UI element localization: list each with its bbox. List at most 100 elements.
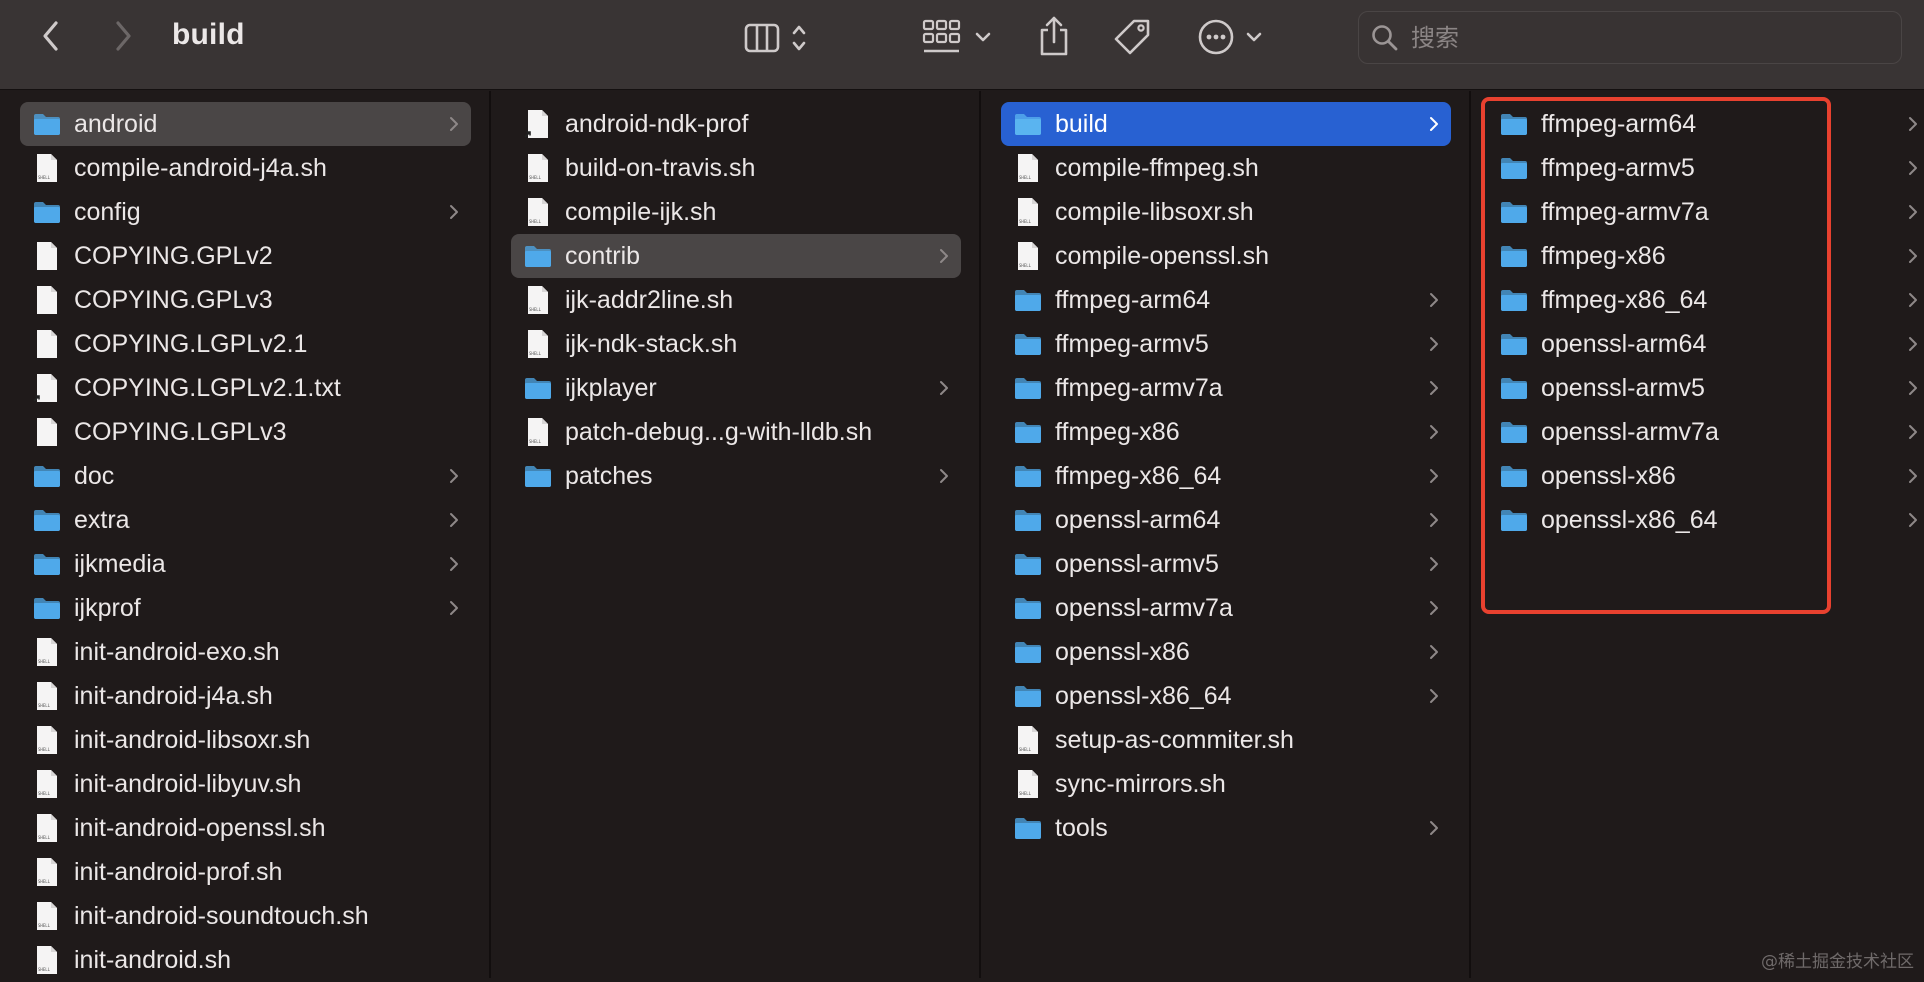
tag-button[interactable] <box>1110 16 1154 58</box>
folder-icon <box>32 109 62 139</box>
file-item[interactable]: SHELL init-android.sh <box>20 938 471 982</box>
folder-item[interactable]: extra <box>20 498 471 542</box>
browser-column-4[interactable]: ffmpeg-arm64 ffmpeg-armv5 ffmpeg-armv7a ffm… <box>1471 91 1924 978</box>
file-item[interactable]: SHELL sync-mirrors.sh <box>1001 762 1451 806</box>
folder-item[interactable]: ffmpeg-armv5 <box>1487 146 1917 190</box>
browser-column-3[interactable]: build SHELL compile-ffmpeg.sh SHELL compile-… <box>981 91 1471 978</box>
folder-item[interactable]: openssl-x86 <box>1001 630 1451 674</box>
folder-item[interactable]: ffmpeg-armv5 <box>1001 322 1451 366</box>
document-icon <box>32 417 62 447</box>
svg-text:SHELL: SHELL <box>38 835 51 840</box>
file-item[interactable]: COPYING.GPLv3 <box>20 278 471 322</box>
folder-item[interactable]: openssl-x86 <box>1487 454 1917 498</box>
shell-script-icon: SHELL <box>1013 197 1043 227</box>
file-item[interactable]: SHELL init-android-libyuv.sh <box>20 762 471 806</box>
folder-item[interactable]: android <box>20 102 471 146</box>
file-item[interactable]: SHELL init-android-soundtouch.sh <box>20 894 471 938</box>
file-item[interactable]: COPYING.GPLv2 <box>20 234 471 278</box>
browser-column-2[interactable]: android-ndk-prof SHELL build-on-travis.sh S… <box>491 91 981 978</box>
view-columns-button[interactable] <box>742 18 818 58</box>
svg-text:SHELL: SHELL <box>38 175 51 180</box>
file-item[interactable]: SHELL init-android-j4a.sh <box>20 674 471 718</box>
file-item[interactable]: SHELL compile-android-j4a.sh <box>20 146 471 190</box>
file-item[interactable]: SHELL compile-ffmpeg.sh <box>1001 146 1451 190</box>
file-item[interactable]: SHELL patch-debug...g-with-lldb.sh <box>511 410 961 454</box>
browser-column-1[interactable]: android SHELL compile-android-j4a.sh config… <box>0 91 491 978</box>
chevron-right-icon <box>449 204 459 220</box>
shell-script-icon: SHELL <box>32 637 62 667</box>
chevron-right-icon <box>449 512 459 528</box>
folder-item[interactable]: ffmpeg-x86_64 <box>1001 454 1451 498</box>
search-field[interactable] <box>1358 11 1902 64</box>
folder-item[interactable]: ijkmedia <box>20 542 471 586</box>
folder-item[interactable]: openssl-armv7a <box>1001 586 1451 630</box>
item-label: compile-openssl.sh <box>1055 242 1269 270</box>
folder-item[interactable]: openssl-arm64 <box>1001 498 1451 542</box>
chevron-right-icon <box>1429 556 1439 572</box>
file-item[interactable]: SHELL ijk-addr2line.sh <box>511 278 961 322</box>
folder-item[interactable]: ffmpeg-x86 <box>1001 410 1451 454</box>
folder-item[interactable]: tools <box>1001 806 1451 850</box>
folder-item[interactable]: ijkplayer <box>511 366 961 410</box>
share-button[interactable] <box>1034 14 1074 58</box>
file-item[interactable]: SHELL compile-openssl.sh <box>1001 234 1451 278</box>
folder-item[interactable]: openssl-armv5 <box>1001 542 1451 586</box>
file-item[interactable]: SHELL init-android-prof.sh <box>20 850 471 894</box>
search-input[interactable] <box>1409 18 1883 58</box>
item-label: ffmpeg-x86 <box>1055 418 1180 446</box>
folder-icon <box>1499 461 1529 491</box>
item-label: build-on-travis.sh <box>565 154 756 182</box>
shell-script-icon: SHELL <box>32 153 62 183</box>
item-label: init-android-soundtouch.sh <box>74 902 369 930</box>
alias-file-icon <box>32 373 62 403</box>
file-item[interactable]: SHELL compile-ijk.sh <box>511 190 961 234</box>
file-item[interactable]: COPYING.LGPLv3 <box>20 410 471 454</box>
folder-item[interactable]: ffmpeg-armv7a <box>1487 190 1917 234</box>
item-label: compile-libsoxr.sh <box>1055 198 1254 226</box>
svg-text:SHELL: SHELL <box>1019 175 1032 180</box>
item-label: ffmpeg-x86_64 <box>1055 462 1222 490</box>
folder-icon <box>1499 197 1529 227</box>
file-item[interactable]: SHELL init-android-exo.sh <box>20 630 471 674</box>
item-label: ffmpeg-armv5 <box>1055 330 1209 358</box>
file-item[interactable]: SHELL build-on-travis.sh <box>511 146 961 190</box>
forward-button[interactable] <box>108 16 138 56</box>
folder-item[interactable]: ijkprof <box>20 586 471 630</box>
folder-item[interactable]: ffmpeg-arm64 <box>1001 278 1451 322</box>
shell-script-icon: SHELL <box>1013 725 1043 755</box>
file-item[interactable]: SHELL init-android-openssl.sh <box>20 806 471 850</box>
group-button[interactable] <box>922 18 994 58</box>
item-label: COPYING.LGPLv3 <box>74 418 287 446</box>
folder-item[interactable]: openssl-x86_64 <box>1001 674 1451 718</box>
folder-icon <box>1013 373 1043 403</box>
folder-item[interactable]: openssl-armv5 <box>1487 366 1917 410</box>
shell-script-icon: SHELL <box>523 417 553 447</box>
folder-item[interactable]: openssl-armv7a <box>1487 410 1917 454</box>
folder-item[interactable]: contrib <box>511 234 961 278</box>
file-item[interactable]: COPYING.LGPLv2.1.txt <box>20 366 471 410</box>
back-button[interactable] <box>36 16 66 56</box>
chevron-left-icon <box>43 21 58 51</box>
folder-item[interactable]: ffmpeg-armv7a <box>1001 366 1451 410</box>
folder-item[interactable]: doc <box>20 454 471 498</box>
file-item[interactable]: SHELL compile-libsoxr.sh <box>1001 190 1451 234</box>
folder-item[interactable]: ffmpeg-x86_64 <box>1487 278 1917 322</box>
file-item[interactable]: SHELL setup-as-commiter.sh <box>1001 718 1451 762</box>
folder-item[interactable]: config <box>20 190 471 234</box>
more-actions-button[interactable] <box>1196 16 1270 58</box>
folder-item[interactable]: build <box>1001 102 1451 146</box>
folder-item[interactable]: patches <box>511 454 961 498</box>
folder-item[interactable]: ffmpeg-arm64 <box>1487 102 1917 146</box>
folder-item[interactable]: ffmpeg-x86 <box>1487 234 1917 278</box>
folder-icon <box>1013 285 1043 315</box>
item-label: ijkprof <box>74 594 141 622</box>
file-item[interactable]: SHELL ijk-ndk-stack.sh <box>511 322 961 366</box>
file-item[interactable]: COPYING.LGPLv2.1 <box>20 322 471 366</box>
item-label: openssl-x86_64 <box>1055 682 1232 710</box>
folder-item[interactable]: openssl-arm64 <box>1487 322 1917 366</box>
document-icon <box>32 241 62 271</box>
file-item[interactable]: SHELL init-android-libsoxr.sh <box>20 718 471 762</box>
item-label: init-android-libyuv.sh <box>74 770 302 798</box>
folder-item[interactable]: openssl-x86_64 <box>1487 498 1917 542</box>
file-item[interactable]: android-ndk-prof <box>511 102 961 146</box>
